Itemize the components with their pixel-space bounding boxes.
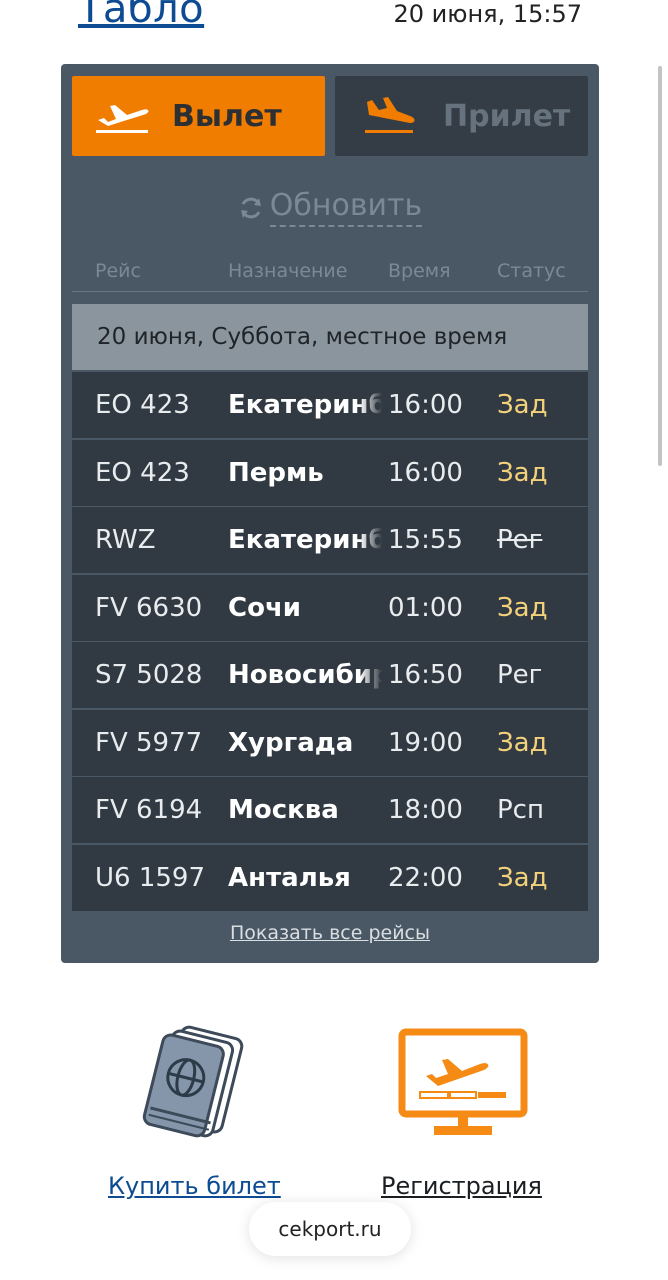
browser-url-bar[interactable]: cekport.ru: [249, 1202, 411, 1256]
buy-ticket-link[interactable]: Купить билет: [108, 1172, 281, 1200]
registration-link[interactable]: Регистрация: [381, 1172, 542, 1200]
plane-landing-icon: [365, 97, 415, 133]
flight-board: Вылет Прилет Обновить Рейс Назначение Вр…: [61, 64, 599, 963]
flight-time: 19:00: [388, 727, 463, 758]
flight-status: Зад: [497, 457, 548, 488]
flight-number: EO 423: [95, 457, 190, 488]
tab-arrival-label: Прилет: [443, 98, 571, 134]
show-all-flights-link[interactable]: Показать все рейсы: [61, 922, 599, 944]
current-datetime: 20 июня, 15:57: [393, 0, 582, 28]
flight-time: 22:00: [388, 862, 463, 893]
page: Табло 20 июня, 15:57 Вылет Прилет Обнови…: [0, 0, 668, 1280]
flight-time: 15:55: [388, 525, 463, 555]
col-destination: Назначение: [228, 260, 348, 282]
table-row[interactable]: FV 6194 Москва 18:00 Рсп: [72, 777, 588, 843]
flight-list: EO 423 Екатеринбург 16:00 Зад EO 423 Пер…: [72, 372, 588, 912]
table-header: Рейс Назначение Время Статус: [72, 250, 588, 292]
refresh-icon: [240, 197, 261, 218]
refresh-label: Обновить: [269, 188, 423, 227]
flight-destination: Пермь: [228, 457, 382, 488]
table-row[interactable]: FV 5977 Хургада 19:00 Зад: [72, 709, 588, 776]
table-row[interactable]: RWZ Екатеринбург 15:55 Рег: [72, 507, 588, 573]
table-row[interactable]: FV 6630 Сочи 01:00 Зад: [72, 574, 588, 641]
flight-number: RWZ: [95, 525, 156, 555]
flight-number: FV 6194: [95, 795, 203, 825]
plane-takeoff-icon: [96, 105, 149, 133]
tab-departure[interactable]: Вылет: [72, 76, 325, 156]
day-separator: 20 июня, Суббота, местное время: [72, 304, 588, 370]
flight-time: 16:50: [388, 660, 463, 690]
flight-time: 16:00: [388, 390, 463, 420]
table-row[interactable]: EO 423 Пермь 16:00 Зад: [72, 439, 588, 506]
flight-destination: Хургада: [228, 727, 382, 758]
flight-number: FV 5977: [95, 727, 203, 758]
flight-status: Зад: [497, 862, 548, 893]
col-flight: Рейс: [95, 260, 141, 282]
flight-destination: Екатеринбург: [228, 390, 382, 420]
flight-time: 16:00: [388, 457, 463, 488]
col-status: Статус: [497, 260, 566, 282]
flight-destination: Екатеринбург: [228, 525, 382, 555]
flight-number: S7 5028: [95, 660, 203, 690]
flight-destination: Москва: [228, 795, 382, 825]
refresh-button[interactable]: Обновить: [61, 188, 599, 227]
flight-number: U6 1597: [95, 862, 206, 893]
passport-icon[interactable]: [140, 1022, 250, 1142]
flight-status: Рсп: [497, 795, 544, 825]
table-row[interactable]: EO 423 Екатеринбург 16:00 Зад: [72, 372, 588, 438]
flight-status: Зад: [497, 727, 548, 758]
page-title[interactable]: Табло: [78, 0, 204, 32]
flight-number: FV 6630: [95, 592, 203, 623]
flight-status: Рег: [497, 660, 543, 690]
scrollbar[interactable]: [658, 66, 662, 466]
flight-destination: Анталья: [228, 862, 382, 893]
table-row[interactable]: U6 1597 Анталья 22:00 Зад: [72, 844, 588, 911]
flight-status: Рег: [497, 525, 543, 555]
flight-status: Зад: [497, 592, 548, 623]
tab-departure-label: Вылет: [172, 98, 282, 134]
flight-time: 18:00: [388, 795, 463, 825]
table-row[interactable]: S7 5028 Новосибирск 16:50 Рег: [72, 642, 588, 708]
flight-destination: Новосибирск: [228, 660, 382, 690]
flight-destination: Сочи: [228, 592, 382, 623]
flight-time: 01:00: [388, 592, 463, 623]
col-time: Время: [388, 260, 451, 282]
monitor-plane-icon[interactable]: [398, 1028, 528, 1140]
flight-status: Зад: [497, 390, 548, 420]
flight-number: EO 423: [95, 390, 190, 420]
tab-arrival[interactable]: Прилет: [335, 76, 588, 156]
